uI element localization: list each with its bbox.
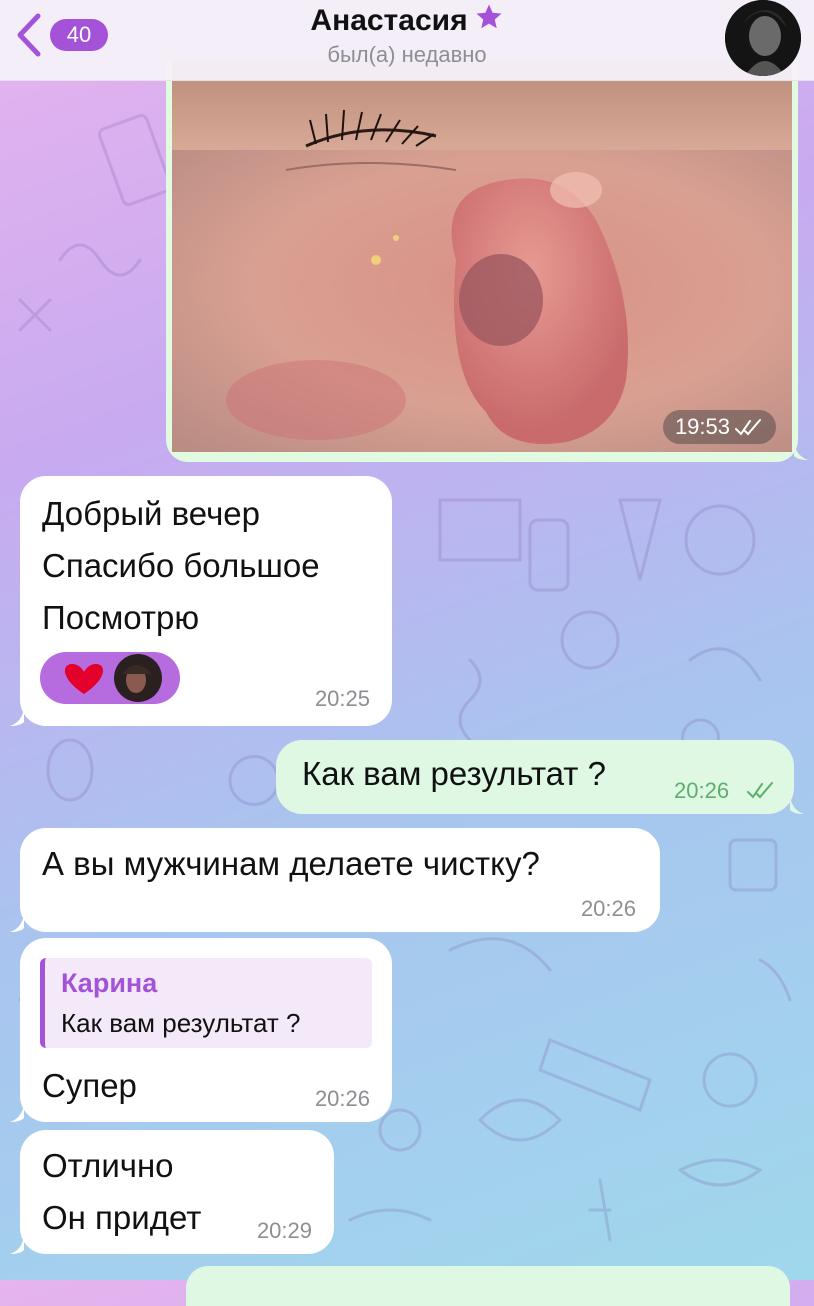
avatar[interactable]: [725, 0, 801, 76]
message-text-line: Отлично: [42, 1147, 174, 1184]
message-time: 20:26: [674, 778, 730, 803]
photo-time-text: 19:53: [674, 414, 730, 439]
message-text-line: Добрый вечер: [42, 495, 260, 532]
contact-status: был(а) недавно: [327, 42, 487, 67]
contact-name-row: Анастасия: [200, 2, 614, 40]
message-time: 20:29: [256, 1218, 312, 1243]
star-icon: [476, 4, 502, 29]
reply-author: Карина: [61, 968, 158, 998]
bubble-tail: [10, 708, 24, 726]
read-checkmarks-icon: [735, 419, 761, 436]
chat-header: 40 Анастасия был(а) недавно: [0, 0, 814, 81]
message-text: Супер: [42, 1067, 137, 1104]
message-time: 20:26: [314, 1086, 370, 1111]
contact-name: Анастасия: [310, 4, 468, 37]
reply-text: Как вам результат ?: [61, 1008, 301, 1038]
message-time: 20:25: [314, 686, 370, 711]
back-chevron-icon: [17, 13, 41, 57]
message-text: А вы мужчинам делаете чистку?: [42, 845, 540, 882]
message-incoming[interactable]: А вы мужчинам делаете чистку? 20:26: [10, 828, 660, 932]
photo-image: [166, 60, 798, 462]
message-incoming[interactable]: Добрый вечер Спасибо большое Посмотрю 20…: [10, 476, 392, 726]
bubble-tail: [10, 1104, 24, 1122]
bubble-tail: [10, 1236, 24, 1254]
avatar-image: [725, 0, 801, 76]
photo-timestamp: 19:53: [662, 410, 776, 444]
reaction-content: [64, 654, 162, 702]
photo-message[interactable]: 19:53: [166, 60, 798, 462]
back-button[interactable]: [14, 12, 44, 58]
heart-icon: [64, 664, 104, 694]
chat-title[interactable]: Анастасия был(а) недавно: [200, 2, 614, 70]
message-outgoing[interactable]: Как вам результат ? 20:26: [276, 740, 804, 814]
bubble-tail: [10, 914, 24, 932]
message-text-line: Спасибо большое: [42, 547, 320, 584]
message-incoming[interactable]: Карина Как вам результат ? Супер 20:26: [10, 938, 392, 1122]
bubble-tail: [794, 442, 808, 460]
reaction-pill[interactable]: [40, 652, 180, 704]
unread-count-badge[interactable]: 40: [50, 19, 108, 51]
reply-quote[interactable]: Карина Как вам результат ?: [40, 958, 372, 1048]
message-text-line: Посмотрю: [42, 599, 200, 636]
bubble-tail: [790, 796, 804, 814]
message-outgoing-partial[interactable]: [186, 1266, 790, 1306]
read-checkmarks-icon: [747, 782, 773, 799]
message-time: 20:26: [580, 896, 636, 921]
message-incoming[interactable]: Отлично Он придет 20:29: [10, 1130, 334, 1254]
